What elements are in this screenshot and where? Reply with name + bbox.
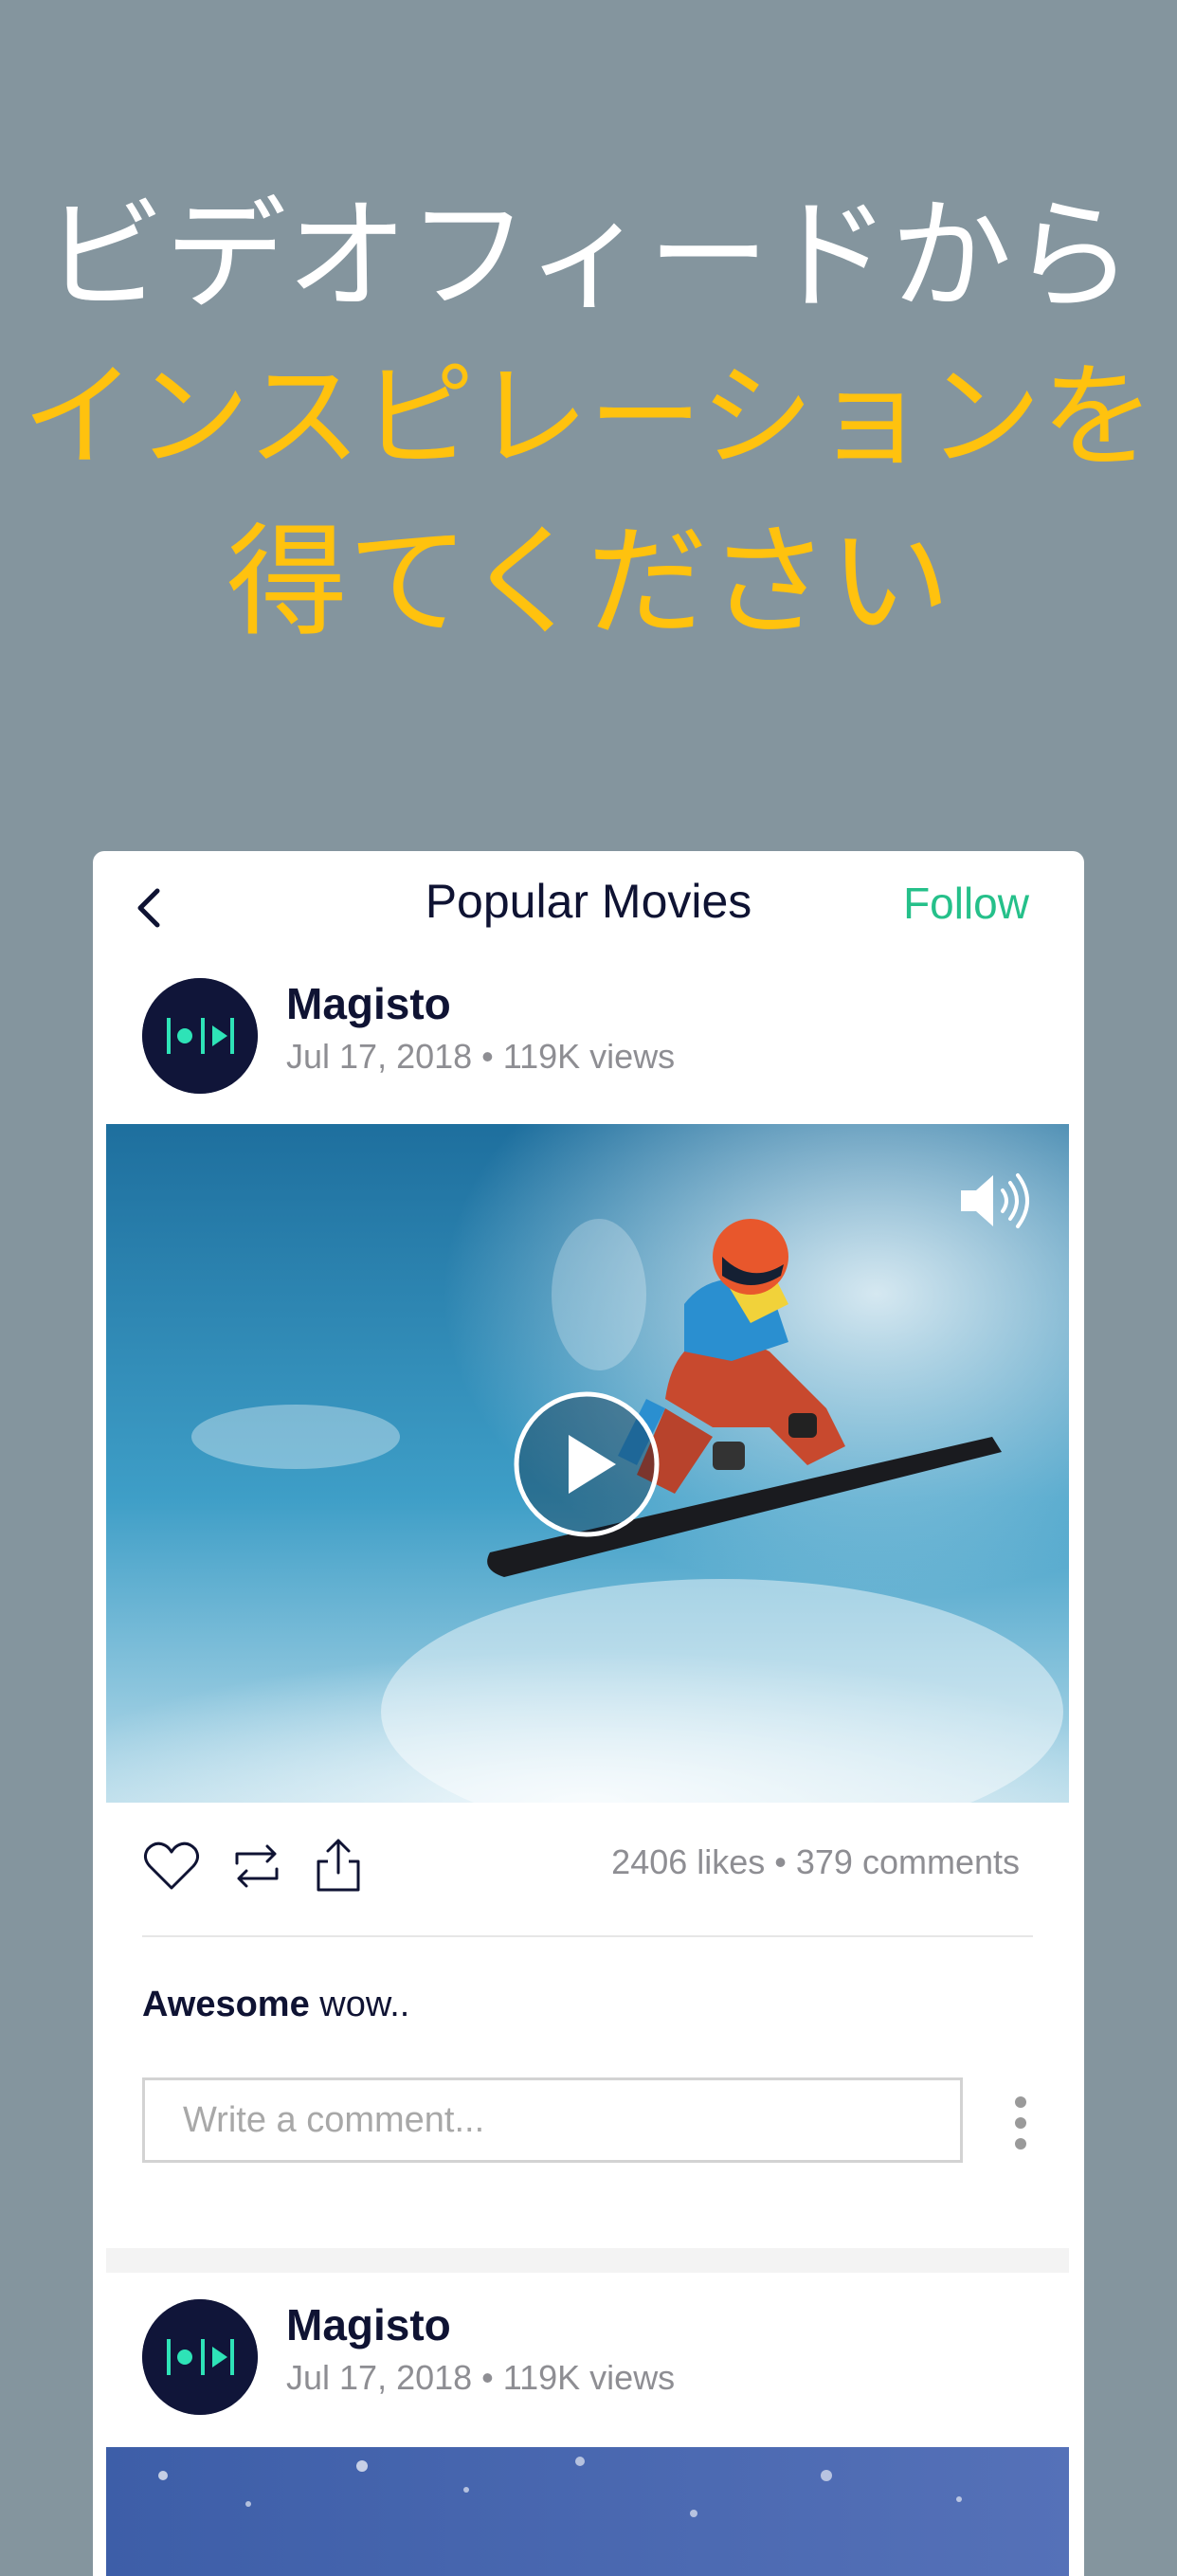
post-author[interactable]: Magisto [286,2299,451,2350]
video-player[interactable] [106,2447,1069,2576]
share-icon[interactable] [307,1835,370,1897]
post-author[interactable]: Magisto [286,978,451,1029]
heart-icon[interactable] [140,1835,203,1897]
video-player[interactable] [106,1124,1069,1803]
speaker-icon[interactable] [955,1168,1031,1234]
caption-text: wow.. [309,1985,410,2024]
follow-button[interactable]: Follow [903,878,1029,929]
post-actions: 2406 likes • 379 comments [93,1827,1084,1913]
repost-icon[interactable] [226,1835,288,1897]
more-vertical-icon[interactable] [1006,2093,1035,2153]
avatar[interactable] [142,978,258,1094]
play-icon[interactable] [514,1391,660,1537]
headline-line-1: ビデオフィードから [44,186,1133,327]
comment-input[interactable] [142,2077,963,2163]
divider [142,1935,1033,1937]
navbar: Popular Movies Follow [93,851,1084,965]
post-separator [106,2248,1069,2273]
avatar[interactable] [142,2299,258,2415]
post-meta: Jul 17, 2018 • 119K views [286,1037,676,1076]
video-thumbnail [106,2447,1069,2576]
headline-line-2: インスピレーションを [22,352,1155,483]
post-header: Magisto Jul 17, 2018 • 119K views [93,978,1084,1111]
post-caption: Awesome wow.. [142,1985,409,2025]
post-header: Magisto Jul 17, 2018 • 119K views [93,2299,1084,2432]
app-screen: Popular Movies Follow Magisto Jul 17, 20… [93,851,1084,2576]
post-stats: 2406 likes • 379 comments [611,1842,1020,1881]
caption-bold: Awesome [142,1985,310,2024]
headline-line-3: 得てください [226,512,951,653]
post-meta: Jul 17, 2018 • 119K views [286,2358,676,2397]
